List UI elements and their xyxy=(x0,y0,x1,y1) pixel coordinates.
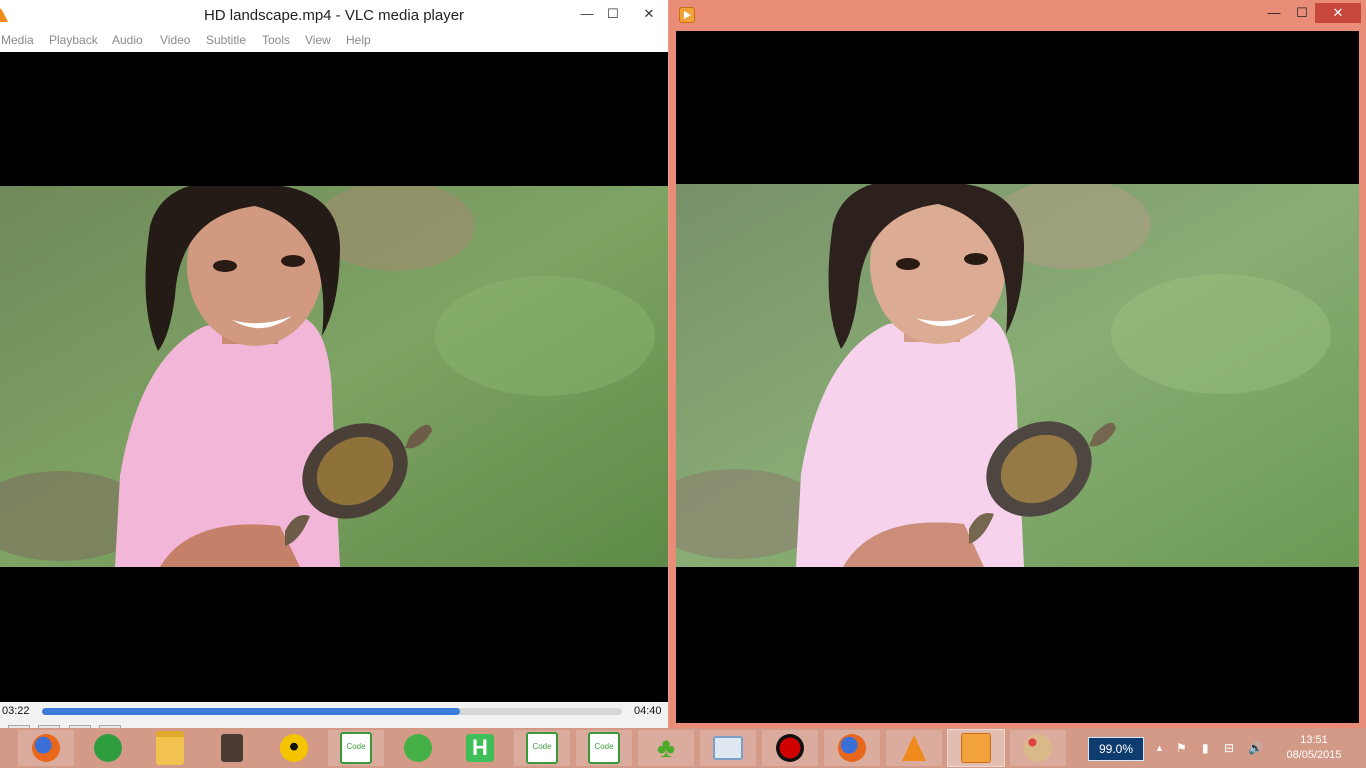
taskbar: Code H Code Code ♣ 99.0% ▲ ⚑ ▮ ⊟ 🔊 13:51… xyxy=(0,728,1366,768)
taskbar-speaker-app[interactable] xyxy=(204,730,260,766)
preview-video-frame xyxy=(676,184,1359,567)
menu-bar: Media Playback Audio Video Subtitle Tool… xyxy=(0,30,668,52)
code-app-icon: Code xyxy=(588,732,620,764)
clover-icon: ♣ xyxy=(656,732,676,763)
monitor-app-icon xyxy=(713,736,743,760)
vlc-titlebar[interactable]: HD landscape.mp4 - VLC media player — ☐ … xyxy=(0,0,668,30)
preview-video-area[interactable] xyxy=(676,31,1359,723)
menu-help[interactable]: Help xyxy=(346,33,371,47)
h-app-icon: H xyxy=(466,734,494,762)
maximize-button[interactable]: ☐ xyxy=(600,4,626,24)
video-preview-icon xyxy=(961,733,991,763)
taskbar-firefox-2[interactable] xyxy=(824,730,880,766)
playback-controls: 03:22 04:40 xyxy=(0,702,668,730)
record-icon xyxy=(776,734,804,762)
vlc-window: HD landscape.mp4 - VLC media player — ☐ … xyxy=(0,0,668,730)
menu-playback[interactable]: Playback xyxy=(49,33,98,47)
clock[interactable]: 13:51 08/05/2015 xyxy=(1274,733,1354,763)
video-area[interactable] xyxy=(0,52,668,702)
menu-media[interactable]: Media xyxy=(1,33,34,47)
flag-icon[interactable]: ⚑ xyxy=(1176,741,1187,755)
firefox-icon xyxy=(838,734,866,762)
taskbar-firefox[interactable] xyxy=(18,730,74,766)
taskbar-smiley-app[interactable] xyxy=(266,730,322,766)
green-download-icon xyxy=(404,734,432,762)
video-preview-icon xyxy=(679,7,695,23)
menu-view[interactable]: View xyxy=(305,33,331,47)
preview-minimize-button[interactable]: — xyxy=(1261,3,1287,23)
volume-icon[interactable]: 🔊 xyxy=(1248,741,1263,755)
vlc-cone-icon xyxy=(902,735,926,761)
battery-indicator[interactable]: 99.0% xyxy=(1088,737,1144,761)
taskbar-recorder[interactable] xyxy=(762,730,818,766)
taskbar-code-app-1[interactable]: Code xyxy=(328,730,384,766)
file-explorer-icon xyxy=(156,731,184,765)
seek-bar[interactable] xyxy=(42,708,622,715)
clock-date: 08/05/2015 xyxy=(1286,749,1342,761)
power-icon[interactable]: ▮ xyxy=(1202,741,1209,755)
taskbar-code-app-3[interactable]: Code xyxy=(576,730,632,766)
taskbar-download-app[interactable] xyxy=(390,730,446,766)
paint-palette-icon xyxy=(1024,734,1052,762)
taskbar-video-preview[interactable] xyxy=(947,729,1005,767)
preview-frame-image xyxy=(676,184,1359,567)
sunglasses-smiley-icon xyxy=(280,734,308,762)
taskbar-monitor-app[interactable] xyxy=(700,730,756,766)
taskbar-paint[interactable] xyxy=(1010,730,1066,766)
code-app-icon: Code xyxy=(526,732,558,764)
close-button[interactable]: ✕ xyxy=(636,4,662,24)
taskbar-green-app[interactable] xyxy=(80,730,136,766)
menu-subtitle[interactable]: Subtitle xyxy=(206,33,246,47)
seek-bar-fill xyxy=(42,708,460,715)
menu-video[interactable]: Video xyxy=(160,33,190,47)
taskbar-h-app[interactable]: H xyxy=(452,730,508,766)
taskbar-file-explorer[interactable] xyxy=(142,730,198,766)
firefox-icon xyxy=(32,734,60,762)
video-frame-image xyxy=(0,186,668,567)
preview-maximize-button[interactable]: ☐ xyxy=(1289,3,1315,23)
elapsed-time: 03:22 xyxy=(2,705,30,717)
speaker-app-icon xyxy=(221,734,243,762)
total-time: 04:40 xyxy=(634,705,662,717)
minimize-button[interactable]: — xyxy=(574,4,600,24)
green-app-icon xyxy=(94,734,122,762)
window-title: HD landscape.mp4 - VLC media player xyxy=(203,7,465,24)
taskbar-clover-app[interactable]: ♣ xyxy=(638,730,694,766)
video-frame xyxy=(0,186,668,567)
taskbar-vlc[interactable] xyxy=(886,730,942,766)
menu-audio[interactable]: Audio xyxy=(112,33,143,47)
code-app-icon: Code xyxy=(340,732,372,764)
chevron-up-icon[interactable]: ▲ xyxy=(1155,743,1164,753)
preview-close-button[interactable]: ✕ xyxy=(1315,3,1361,23)
clock-time: 13:51 xyxy=(1300,734,1328,746)
preview-window: — ☐ ✕ xyxy=(669,0,1366,730)
taskbar-code-app-2[interactable]: Code xyxy=(514,730,570,766)
network-icon[interactable]: ⊟ xyxy=(1224,741,1234,755)
menu-tools[interactable]: Tools xyxy=(262,33,290,47)
